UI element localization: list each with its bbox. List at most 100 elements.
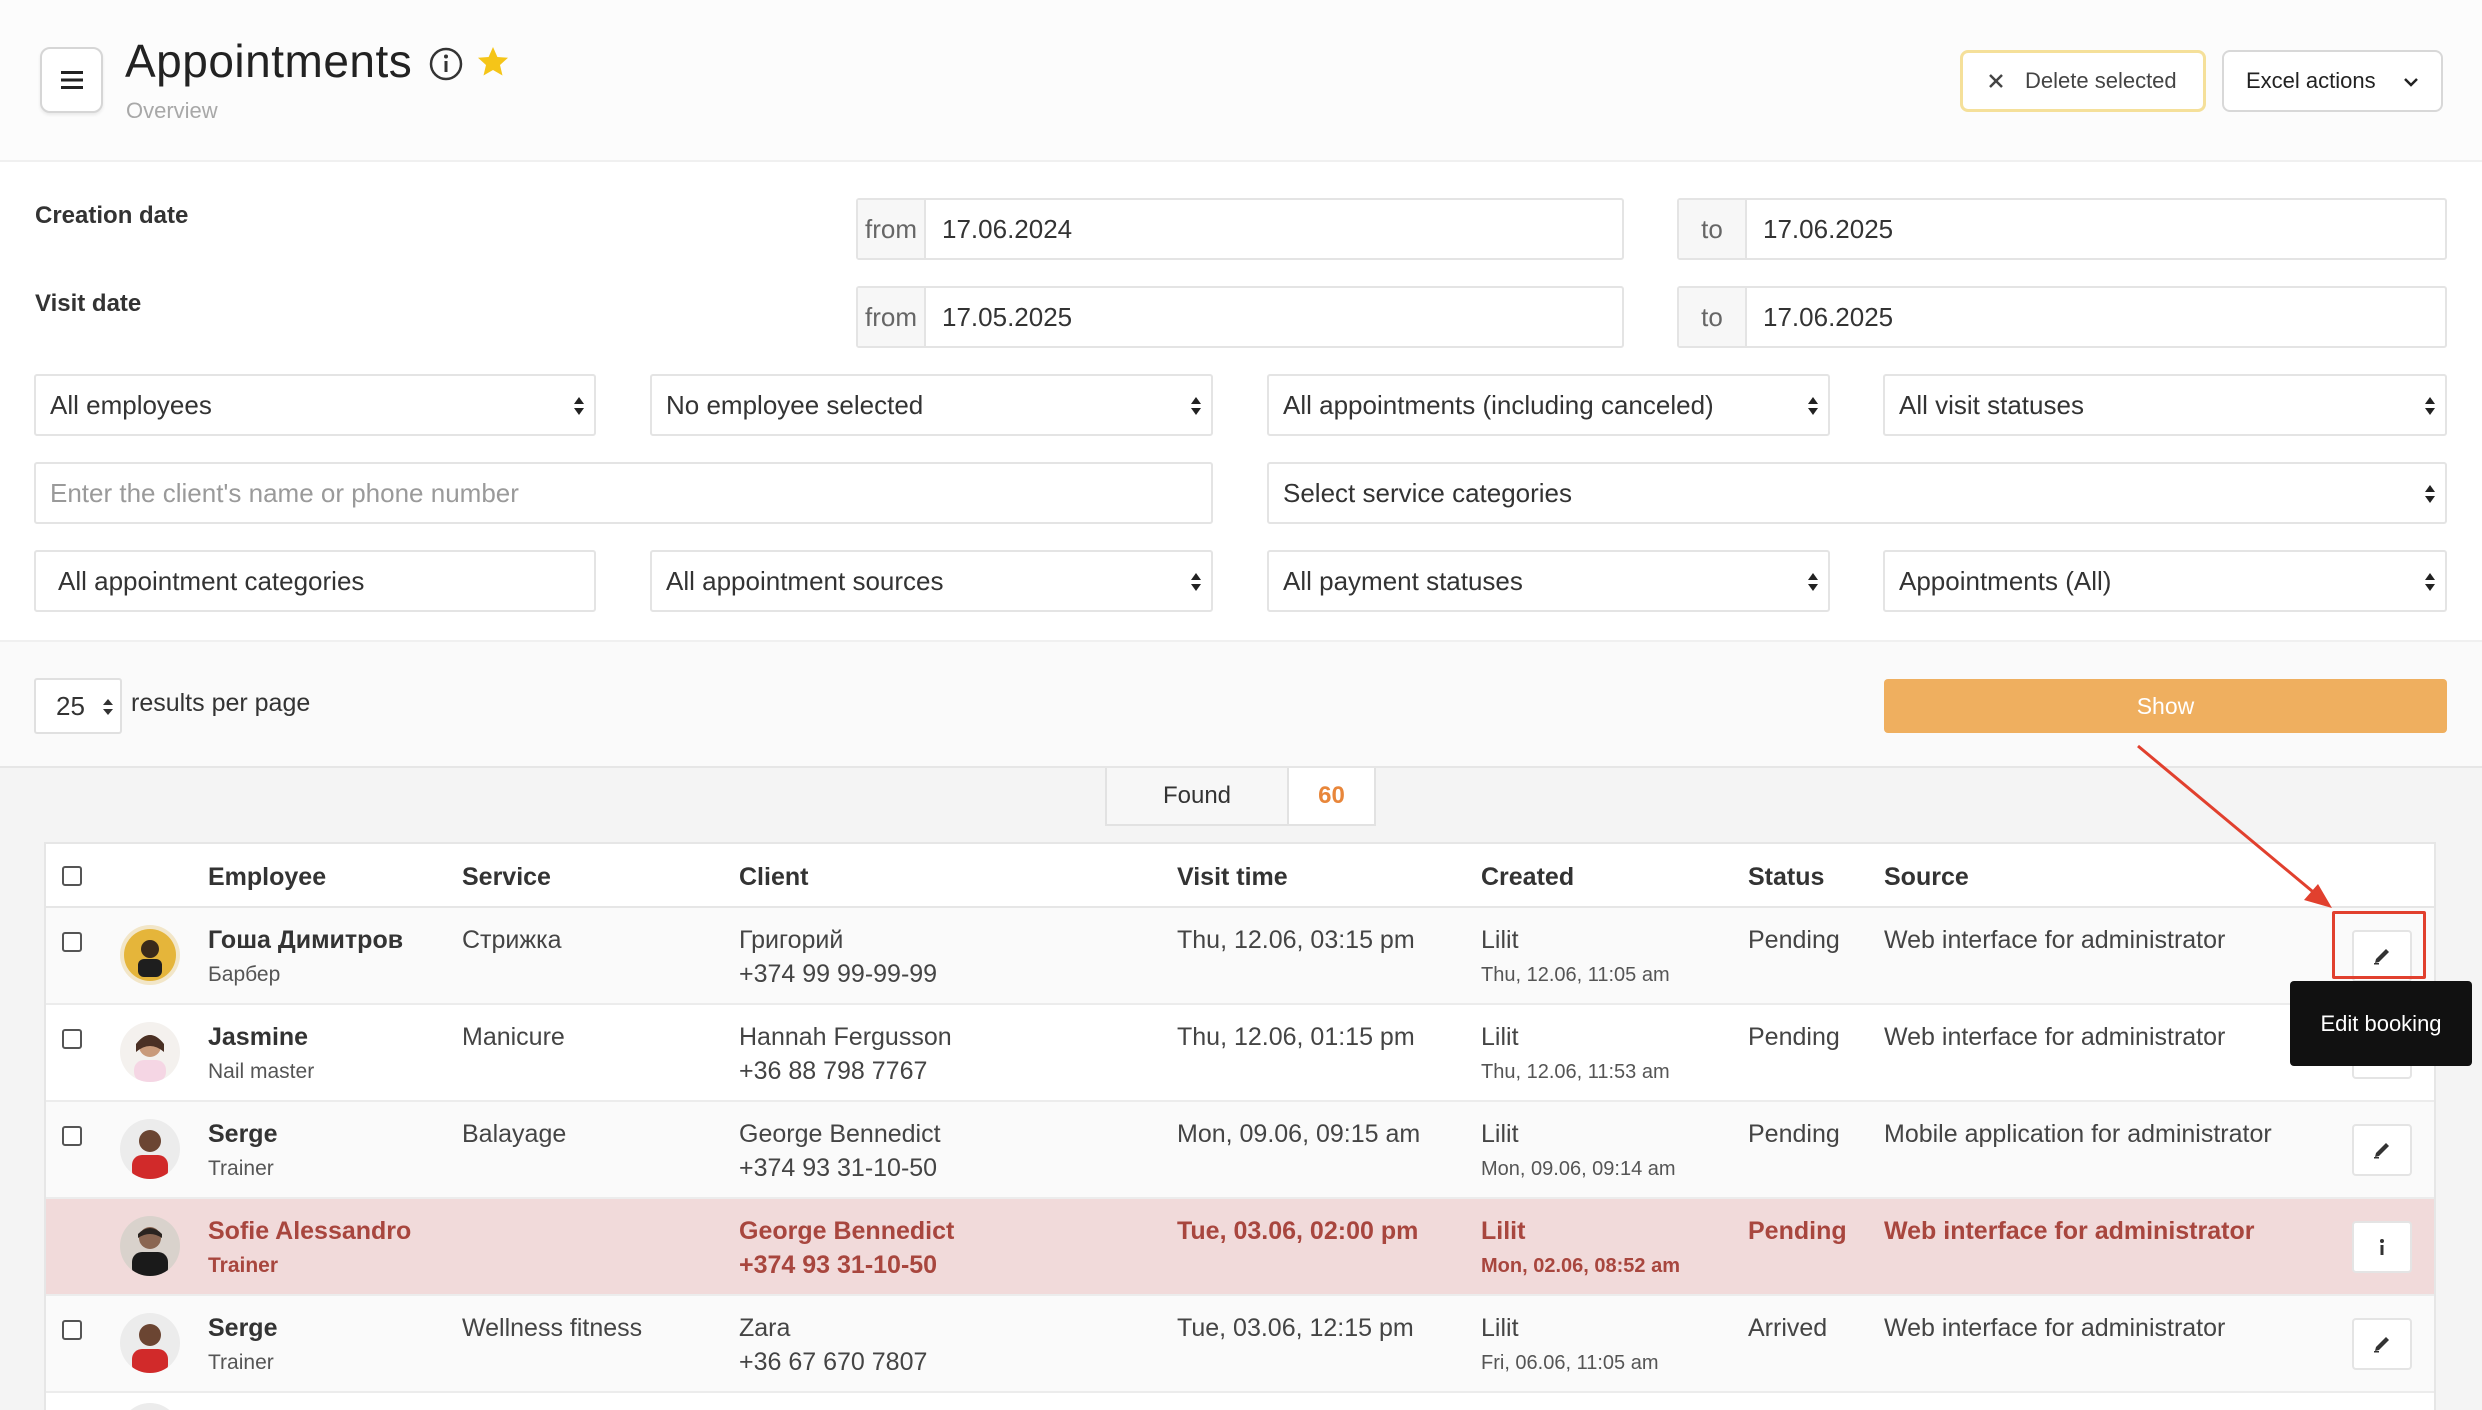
source: Web interface for administrator	[1884, 1023, 2226, 1051]
updown-arrow-icon	[2425, 397, 2435, 415]
table-row[interactable]: Serge Trainer Wellness fitness Zara +36 …	[46, 1296, 2434, 1393]
visit-date-from[interactable]: from 17.05.2025	[856, 286, 1624, 348]
appointment-categories-value: All appointment categories	[58, 565, 365, 596]
col-client[interactable]: Client	[739, 863, 808, 892]
employee-role: Trainer	[208, 1157, 274, 1180]
client-phone: +36 88 798 7767	[739, 1057, 928, 1085]
employee-selected-select[interactable]: No employee selected	[650, 374, 1213, 436]
visit-from-value: 17.05.2025	[942, 301, 1073, 332]
delete-selected-button[interactable]: Delete selected	[1960, 50, 2206, 112]
row-checkbox[interactable]	[62, 1029, 82, 1049]
updown-arrow-icon	[574, 397, 584, 415]
row-checkbox[interactable]	[62, 1126, 82, 1146]
status: Pending	[1748, 1023, 1840, 1051]
updown-arrow-icon	[1808, 397, 1818, 415]
client-search-input[interactable]: Enter the client's name or phone number	[34, 462, 1213, 524]
creation-date-from[interactable]: from 17.06.2024	[856, 198, 1624, 260]
edit-booking-button[interactable]	[2352, 1124, 2412, 1176]
creation-to-value: 17.06.2025	[1763, 213, 1894, 244]
close-icon	[1989, 74, 2003, 88]
table-row[interactable]: Jasmine Nail master Manicure Hannah Ferg…	[46, 1005, 2434, 1102]
avatar	[120, 1022, 180, 1082]
updown-arrow-icon	[2425, 485, 2435, 503]
client-name: Zara	[739, 1314, 791, 1342]
updown-arrow-icon	[1191, 397, 1201, 415]
avatar	[120, 1216, 180, 1276]
avatar	[120, 1119, 180, 1179]
table-row[interactable]: Serge Trainer Balayage George Bennedict …	[46, 1102, 2434, 1199]
excel-actions-button[interactable]: Excel actions	[2222, 50, 2443, 112]
row-checkbox[interactable]	[62, 1320, 82, 1340]
created-by: Lilit	[1481, 1023, 1519, 1051]
row-checkbox[interactable]	[62, 932, 82, 952]
created-at: Mon, 02.06, 08:52 am	[1481, 1255, 1680, 1277]
edit-booking-button[interactable]	[2352, 1318, 2412, 1370]
client-phone: +36 67 670 7807	[739, 1348, 928, 1376]
col-created[interactable]: Created	[1481, 863, 1574, 892]
per-page-value: 25	[56, 690, 85, 721]
service-categories-value: Select service categories	[1283, 477, 1573, 508]
client-name: Hannah Fergusson	[739, 1023, 952, 1051]
visit-date-label: Visit date	[35, 290, 142, 317]
star-icon[interactable]	[475, 44, 511, 80]
menu-button[interactable]	[40, 47, 103, 113]
results-pager: 25 results per page Show	[0, 640, 2482, 768]
show-button[interactable]: Show	[1884, 679, 2447, 733]
table-row[interactable]: Гоша Димитров Барбер Стрижка Григорий +3…	[46, 908, 2434, 1005]
status: Arrived	[1748, 1314, 1828, 1342]
visit-statuses-value: All visit statuses	[1899, 389, 2084, 420]
found-label: Found	[1107, 768, 1289, 824]
source: Mobile application for administrator	[1884, 1120, 2272, 1148]
appointments-scope-value: All appointments (including canceled)	[1283, 389, 1714, 420]
appointments-type-select[interactable]: Appointments (All)	[1883, 550, 2447, 612]
visit-time: Thu, 12.06, 03:15 pm	[1177, 926, 1415, 954]
delete-selected-label: Delete selected	[2025, 68, 2177, 93]
visit-from-prefix: from	[858, 288, 926, 346]
created-by: Lilit	[1481, 926, 1519, 954]
created-by: Lilit	[1481, 1120, 1519, 1148]
updown-arrow-icon	[103, 699, 113, 715]
updown-arrow-icon	[1191, 573, 1201, 591]
visit-time: Tue, 03.06, 12:15 pm	[1177, 1314, 1414, 1342]
per-page-label: results per page	[131, 689, 311, 717]
avatar	[120, 1313, 180, 1373]
employee-role: Барбер	[208, 963, 281, 986]
creation-date-to[interactable]: to 17.06.2025	[1677, 198, 2447, 260]
client-name: George Bennedict	[739, 1217, 955, 1245]
info-icon	[2380, 1239, 2384, 1255]
appointment-sources-select[interactable]: All appointment sources	[650, 550, 1213, 612]
visit-date-to[interactable]: to 17.06.2025	[1677, 286, 2447, 348]
appointments-table: Employee Service Client Visit time Creat…	[44, 842, 2436, 1410]
booking-info-button[interactable]	[2352, 1221, 2412, 1273]
employees-select[interactable]: All employees	[34, 374, 596, 436]
client-phone: +374 99 99-99-99	[739, 960, 938, 988]
appointments-scope-select[interactable]: All appointments (including canceled)	[1267, 374, 1830, 436]
created-by: Lilit	[1481, 1217, 1526, 1245]
col-service[interactable]: Service	[462, 863, 551, 892]
payment-statuses-select[interactable]: All payment statuses	[1267, 550, 1830, 612]
source: Web interface for administrator	[1884, 926, 2226, 954]
employee-role: Trainer	[208, 1254, 279, 1277]
visit-time: Mon, 09.06, 09:15 am	[1177, 1120, 1421, 1148]
pencil-icon	[2374, 1143, 2389, 1159]
col-employee[interactable]: Employee	[208, 863, 326, 892]
info-circle-icon[interactable]	[428, 46, 464, 82]
col-visit-time[interactable]: Visit time	[1177, 863, 1288, 892]
service-categories-select[interactable]: Select service categories	[1267, 462, 2447, 524]
updown-arrow-icon	[1808, 573, 1818, 591]
appointment-categories-select[interactable]: All appointment categories	[34, 550, 596, 612]
client-name: Григорий	[739, 926, 844, 954]
col-status[interactable]: Status	[1748, 863, 1824, 892]
pencil-icon	[2374, 1337, 2389, 1353]
per-page-select[interactable]: 25	[34, 678, 122, 734]
table-row[interactable]	[46, 1393, 2434, 1410]
client-phone: +374 93 31-10-50	[739, 1154, 938, 1182]
visit-statuses-select[interactable]: All visit statuses	[1883, 374, 2447, 436]
table-row-canceled[interactable]: Sofie Alessandro Trainer George Bennedic…	[46, 1199, 2434, 1296]
filters-panel: Creation date from 17.06.2024 to 17.06.2…	[0, 164, 2482, 640]
status: Pending	[1748, 926, 1840, 954]
avatar	[120, 925, 180, 985]
employee-name: Sofie Alessandro	[208, 1217, 412, 1245]
select-all-checkbox[interactable]	[62, 866, 82, 886]
col-source[interactable]: Source	[1884, 863, 1969, 892]
